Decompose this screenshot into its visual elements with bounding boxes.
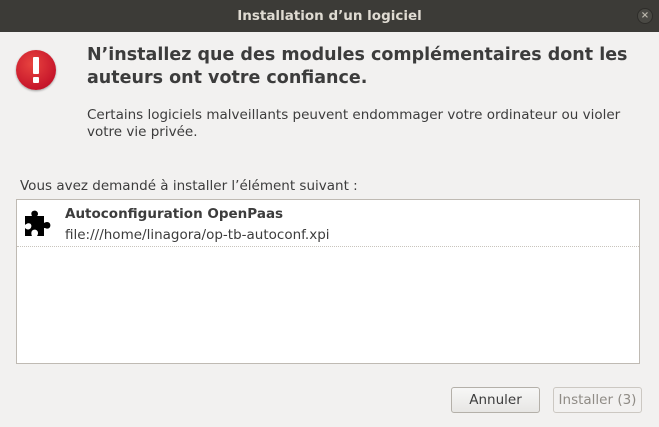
list-caption: Vous avez demandé à installer l’élément … [20, 178, 358, 194]
list-item[interactable]: Autoconfiguration OpenPaas file:///home/… [17, 200, 639, 247]
install-dialog: Installation d’un logiciel × N’installez… [0, 0, 659, 427]
window-title: Installation d’un logiciel [237, 8, 422, 24]
dialog-heading: N’installez que des modules complémentai… [87, 45, 628, 88]
warning-icon [16, 50, 56, 90]
install-button[interactable]: Installer (3) [553, 387, 642, 413]
puzzle-piece-icon [25, 210, 51, 236]
title-bar[interactable]: Installation d’un logiciel × [0, 0, 659, 32]
close-icon[interactable]: × [637, 8, 653, 24]
cancel-button[interactable]: Annuler [451, 387, 540, 413]
addon-list[interactable]: Autoconfiguration OpenPaas file:///home/… [16, 199, 640, 364]
addon-name: Autoconfiguration OpenPaas [65, 206, 284, 222]
addon-path: file:///home/linagora/op-tb-autoconf.xpi [65, 227, 330, 243]
dialog-message: Certains logiciels malveillants peuvent … [87, 107, 621, 140]
